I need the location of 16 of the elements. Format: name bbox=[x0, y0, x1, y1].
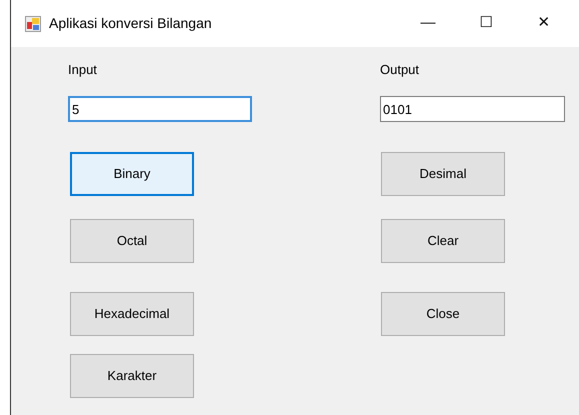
close-button[interactable]: ✕ bbox=[521, 8, 567, 38]
app-icon bbox=[25, 16, 41, 32]
action-button[interactable]: Clear bbox=[381, 219, 505, 263]
window-title: Aplikasi konversi Bilangan bbox=[49, 14, 212, 33]
action-button[interactable]: Hexadecimal bbox=[70, 292, 194, 336]
action-button[interactable]: Close bbox=[381, 292, 505, 336]
maximize-button[interactable]: ☐ bbox=[463, 8, 509, 38]
input-field[interactable]: 5 bbox=[68, 96, 252, 122]
field-label: Output bbox=[380, 62, 420, 78]
minimize-button[interactable]: — bbox=[405, 8, 451, 38]
action-button[interactable]: Octal bbox=[70, 219, 194, 263]
action-button[interactable]: Karakter bbox=[70, 354, 194, 398]
output-field[interactable]: 0101 bbox=[380, 96, 565, 122]
action-button[interactable]: Desimal bbox=[381, 152, 505, 196]
action-button[interactable]: Binary bbox=[70, 152, 194, 196]
field-label: Input bbox=[68, 62, 98, 78]
